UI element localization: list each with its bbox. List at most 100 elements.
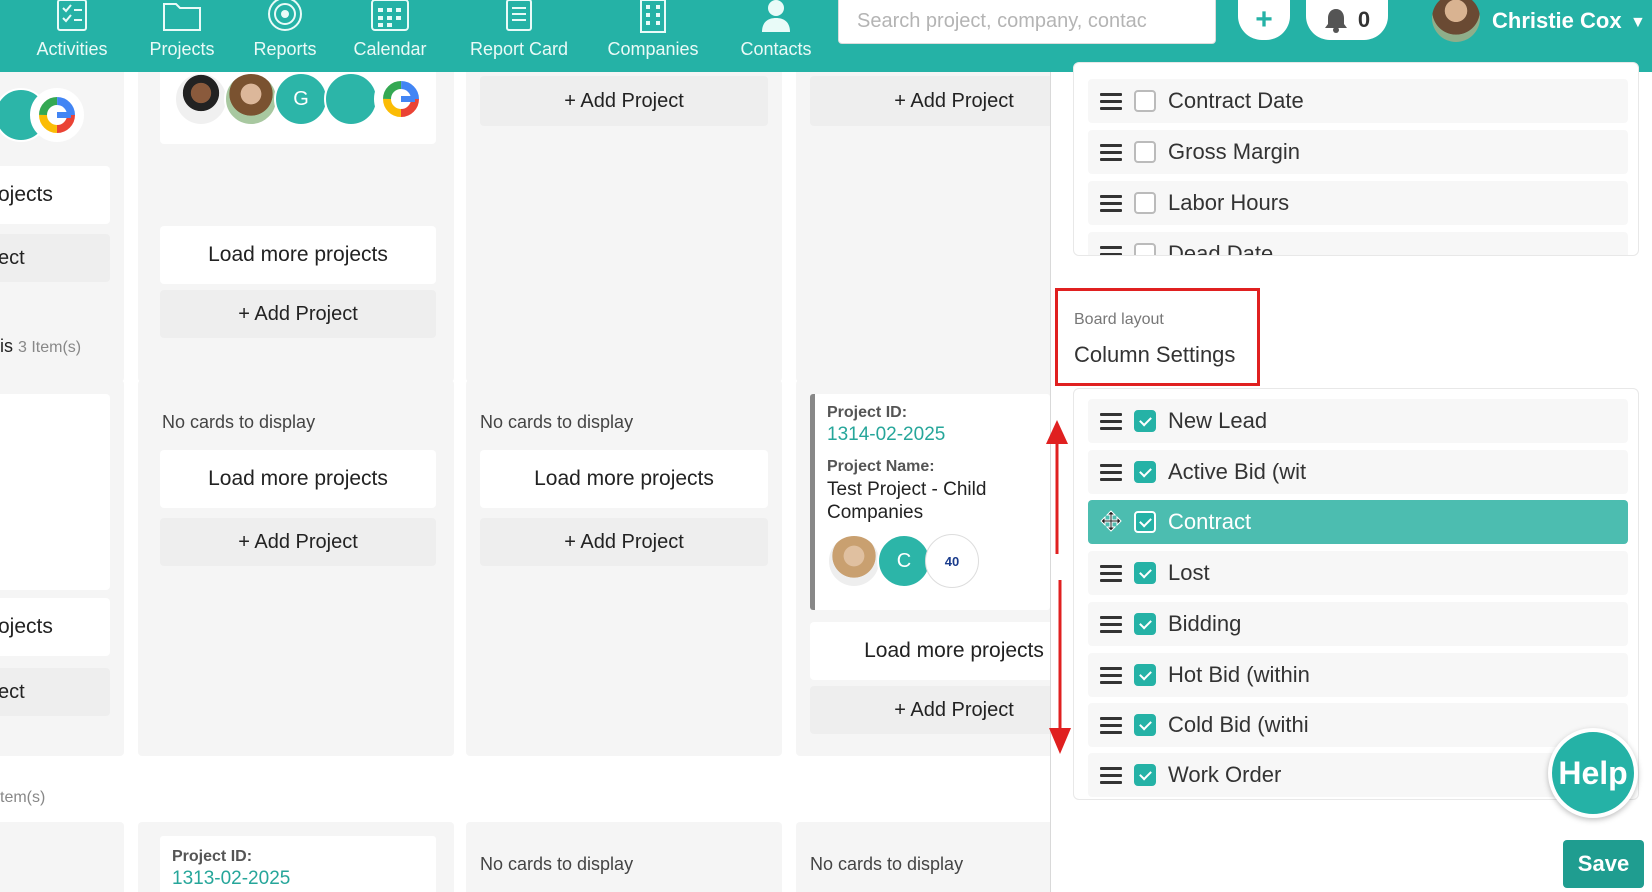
add-project-button[interactable]: + Add Project <box>160 518 436 566</box>
column-label: New Lead <box>1168 408 1268 433</box>
load-more-button[interactable]: Load more projects <box>480 450 768 508</box>
column-label: Lost <box>1168 560 1210 585</box>
help-button[interactable]: Help <box>1548 728 1638 818</box>
drag-handle-icon[interactable] <box>1100 143 1122 161</box>
nav-companies[interactable]: Companies <box>603 0 703 72</box>
column-checkbox[interactable] <box>1134 562 1156 584</box>
search-input[interactable] <box>838 0 1216 44</box>
column-checkbox[interactable] <box>1134 511 1156 533</box>
column-checkbox[interactable] <box>1134 461 1156 483</box>
drag-handle-icon[interactable] <box>1100 716 1122 734</box>
project-card[interactable]: Project ID: 1314-02-2025 Project Name: T… <box>810 394 1050 610</box>
drag-handle-icon[interactable] <box>1100 666 1122 684</box>
field-checkbox[interactable] <box>1134 141 1156 163</box>
project-id[interactable]: 1313-02-2025 <box>172 868 290 890</box>
field-checkbox[interactable] <box>1134 243 1156 255</box>
add-project-button[interactable]: + Add Project <box>160 290 436 338</box>
field-checkbox[interactable] <box>1134 192 1156 214</box>
empty-column-text: No cards to display <box>480 854 634 874</box>
column-checkbox[interactable] <box>1134 410 1156 432</box>
field-row[interactable]: Dead Date <box>1088 232 1628 255</box>
google-avatar <box>374 72 428 126</box>
add-project-button[interactable]: + Add Project <box>480 76 768 126</box>
column-row[interactable]: Bidding <box>1088 602 1628 646</box>
load-more-button[interactable]: ojects <box>0 166 110 224</box>
section-header: tem(s) <box>0 786 45 807</box>
project-name: Test Project - Child Companies <box>827 479 987 523</box>
drag-handle-icon[interactable] <box>1100 564 1122 582</box>
project-board: ojects ect G Load more projects + Add Pr… <box>0 72 1050 892</box>
drag-handle-icon[interactable] <box>1100 615 1122 633</box>
column-row[interactable]: Active Bid (wit <box>1088 450 1628 494</box>
field-label: Gross Margin <box>1168 139 1301 164</box>
nav-label: Calendar <box>353 39 427 59</box>
column-row[interactable]: Lost <box>1088 551 1628 595</box>
avatar: C <box>877 534 931 588</box>
project-id[interactable]: 1314-02-2025 <box>827 424 945 446</box>
chevron-down-icon[interactable]: ▼ <box>1630 14 1646 32</box>
field-row[interactable]: Gross Margin <box>1088 130 1628 174</box>
nav-projects[interactable]: Projects <box>140 0 224 72</box>
user-menu[interactable]: Christie Cox <box>1432 0 1622 42</box>
board-column: No cards to display Load more projects +… <box>138 380 454 756</box>
add-project-button[interactable]: ect <box>0 234 110 282</box>
field-row[interactable]: Labor Hours <box>1088 181 1628 225</box>
board-column: No cards to display <box>796 822 1050 892</box>
column-row[interactable]: New Lead <box>1088 399 1628 443</box>
board-column: No cards to display <box>466 822 782 892</box>
board-column: G Load more projects + Add Project <box>138 72 454 382</box>
notification-count: 0 <box>1357 7 1371 32</box>
nav-calendar[interactable]: Calendar <box>348 0 432 72</box>
load-more-button[interactable]: Load more projects <box>160 226 436 284</box>
google-icon <box>383 81 419 117</box>
drag-handle-icon[interactable] <box>1100 245 1122 255</box>
activities-icon <box>57 0 87 31</box>
drag-handle-icon[interactable] <box>1100 766 1122 784</box>
load-more-button[interactable]: Load more projects <box>160 450 436 508</box>
drag-handle-icon[interactable] <box>1100 412 1122 430</box>
companies-icon <box>640 0 666 33</box>
column-row[interactable]: Hot Bid (within <box>1088 653 1628 697</box>
field-settings-list[interactable]: Contract Date Gross Margin Labor Hours D… <box>1073 62 1639 256</box>
field-checkbox[interactable] <box>1134 90 1156 112</box>
notifications-button[interactable]: 0 <box>1306 0 1388 40</box>
drag-handle-icon[interactable] <box>1100 463 1122 481</box>
column-checkbox[interactable] <box>1134 714 1156 736</box>
nav-activities[interactable]: Activities <box>32 0 112 72</box>
column-row-dragging[interactable]: Contract <box>1088 500 1628 544</box>
move-cursor-icon[interactable] <box>1100 510 1122 534</box>
column-label: Bidding <box>1168 611 1242 636</box>
add-project-button[interactable]: + Add Project <box>480 518 768 566</box>
column-row[interactable]: Work Order <box>1088 753 1628 797</box>
add-project-button[interactable]: ect <box>0 668 110 716</box>
avatar: G <box>274 72 328 126</box>
column-settings-list[interactable]: New Lead Active Bid (wit Contract Lost B… <box>1073 388 1639 800</box>
save-button[interactable]: Save <box>1563 840 1644 888</box>
field-label: Contract Date <box>1168 88 1304 113</box>
nav-report-card[interactable]: Report Card <box>464 0 574 72</box>
drag-handle-icon[interactable] <box>1100 194 1122 212</box>
column-checkbox[interactable] <box>1134 664 1156 686</box>
load-more-button[interactable]: ojects <box>0 598 110 656</box>
drag-handle-icon[interactable] <box>1100 92 1122 110</box>
column-row[interactable]: Cold Bid (withi <box>1088 703 1628 747</box>
column-checkbox[interactable] <box>1134 764 1156 786</box>
project-card[interactable]: Project ID: 1313-02-2025 <box>160 836 436 892</box>
google-avatar <box>30 88 84 142</box>
add-project-button[interactable]: + Add Project <box>810 686 1050 734</box>
field-row[interactable]: Contract Date <box>1088 79 1628 123</box>
nav-label: Reports <box>253 39 317 59</box>
column-settings-header: Board layout Column Settings <box>1055 288 1260 386</box>
project-card[interactable] <box>0 394 110 590</box>
nav-contacts[interactable]: Contacts <box>734 0 818 72</box>
add-project-button[interactable]: + Add Project <box>810 76 1050 126</box>
quick-add-button[interactable]: + <box>1238 0 1290 40</box>
load-more-button[interactable]: Load more projects <box>810 622 1050 680</box>
report-card-icon <box>506 0 532 31</box>
board-column: + Add Project <box>796 72 1050 382</box>
projects-icon <box>163 3 201 31</box>
field-label: Labor Hours <box>1168 190 1290 215</box>
nav-reports[interactable]: Reports <box>245 0 325 72</box>
column-checkbox[interactable] <box>1134 613 1156 635</box>
nav-label: Contacts <box>740 39 812 59</box>
